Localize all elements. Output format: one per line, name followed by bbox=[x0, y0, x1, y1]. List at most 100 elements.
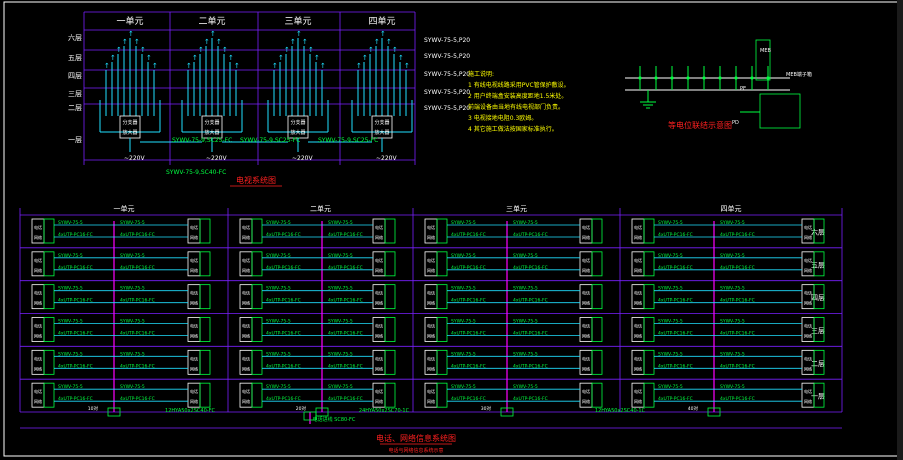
phone-jack-label: 电话 bbox=[190, 355, 198, 361]
phone-jack-label: 网络 bbox=[634, 234, 642, 240]
phone-jack-label: 电话 bbox=[582, 323, 590, 329]
tv-outlet-marker: ↑ bbox=[380, 30, 386, 38]
phone-cable-label: SYWV-75-5 bbox=[513, 253, 538, 259]
tv-cable-label: SYWV-75-5,P20 bbox=[424, 53, 470, 60]
phone-trunk-label: 24HYA50x2SC70-1C bbox=[359, 408, 410, 414]
tv-mains-label: ~220V bbox=[292, 155, 313, 162]
tv-note-line: 2 用户终端盒安装高度距地1.5米处。 bbox=[468, 92, 567, 100]
phone-jack-label: 网络 bbox=[190, 398, 198, 404]
tv-outlet-marker: ↑ bbox=[356, 62, 362, 70]
tv-outlet-marker: ↑ bbox=[186, 62, 192, 70]
tv-amp-label: 放大器 bbox=[122, 129, 137, 136]
phone-cable-label: 4xUTP-PC16-FC bbox=[451, 363, 486, 369]
phone-cable-label: SYWV-75-5 bbox=[513, 220, 538, 226]
phone-jack-label: 网络 bbox=[34, 365, 42, 371]
tv-note-line: 4 其它施工做法按国家标准执行。 bbox=[468, 125, 558, 133]
phone-pair-label: 20对 bbox=[296, 405, 307, 412]
phone-cable-label: 4xUTP-PC16-FC bbox=[451, 331, 486, 337]
phone-jack-label: 电话 bbox=[375, 257, 383, 263]
ground-terminal bbox=[686, 76, 690, 80]
phone-jack-label: 网络 bbox=[375, 300, 383, 306]
phone-jack-label: 电话 bbox=[242, 257, 250, 263]
phone-cable-label: 4xUTP-PC16-FC bbox=[451, 232, 486, 238]
phone-cable-label: 4xUTP-PC16-FC bbox=[658, 265, 693, 271]
phone-cable-label: 4xUTP-PC16-FC bbox=[658, 331, 693, 337]
phone-jack-label: 网络 bbox=[582, 365, 590, 371]
phone-cable-label: SYWV-75-5 bbox=[328, 319, 353, 325]
tv-feeder-label: SYWV-75-9,SC25-FC bbox=[172, 137, 232, 144]
phone-cable-label: SYWV-75-5 bbox=[451, 286, 476, 292]
cad-drawing-canvas[interactable]: 一单元 二单元 三单元 四单元六层五层四层三层二层一层↑↑↑↑↑↑↑↑↑分支器放大器~… bbox=[0, 0, 903, 460]
phone-jack-label: 网络 bbox=[242, 234, 250, 240]
phone-cable-label: 4xUTP-PC16-FC bbox=[658, 396, 693, 402]
phone-jack-label: 网络 bbox=[34, 234, 42, 240]
phone-jack-label: 电话 bbox=[582, 257, 590, 263]
phone-cable-label: SYWV-75-5 bbox=[120, 351, 145, 357]
phone-cable-label: SYWV-75-5 bbox=[451, 253, 476, 259]
phone-cable-label: SYWV-75-5 bbox=[720, 286, 745, 292]
ground-terminal bbox=[654, 76, 658, 80]
phone-jack-label: 电话 bbox=[804, 355, 812, 361]
phone-jack-label: 网络 bbox=[804, 333, 812, 339]
phone-cable-label: SYWV-75-5 bbox=[58, 253, 83, 259]
phone-jack-label: 网络 bbox=[634, 267, 642, 273]
phone-cable-label: 4xUTP-PC16-FC bbox=[266, 265, 301, 271]
tv-outlet-marker: ↑ bbox=[204, 38, 210, 46]
tv-outlet-marker: ↑ bbox=[398, 54, 404, 62]
phone-jack-label: 网络 bbox=[634, 333, 642, 339]
tv-outlet-marker: ↑ bbox=[296, 30, 302, 38]
pe-label: PE bbox=[740, 86, 746, 92]
phone-jack-label: 电话 bbox=[34, 290, 42, 296]
phone-jack-label: 电话 bbox=[375, 388, 383, 394]
phone-jack-label: 电话 bbox=[34, 355, 42, 361]
tv-mains-label: ~220V bbox=[206, 155, 227, 162]
phone-cable-label: 4xUTP-PC16-FC bbox=[513, 265, 548, 271]
phone-jack-label: 电话 bbox=[242, 323, 250, 329]
meb-box-label: MEB端子箱 bbox=[786, 71, 812, 78]
phone-trunk-label: 12HYA50x2SC40-1C bbox=[595, 408, 646, 414]
phone-jack-label: 网络 bbox=[804, 267, 812, 273]
tv-outlet-marker: ↑ bbox=[122, 38, 128, 46]
tv-outlet-marker: ↑ bbox=[216, 38, 222, 46]
ground-terminal bbox=[718, 76, 722, 80]
phone-unit-title: 一单元 bbox=[114, 204, 135, 213]
phone-cable-label: 4xUTP-PC16-FC bbox=[720, 331, 755, 337]
phone-subtitle: 电话与网络信息系统示意 bbox=[388, 447, 443, 454]
phone-cable-label: SYWV-75-5 bbox=[120, 220, 145, 226]
tv-unit-title: 三单元 bbox=[284, 15, 311, 27]
phone-cable-label: SYWV-75-5 bbox=[328, 253, 353, 259]
tv-main-feeder-label: SYWV-75-9,SC40-FC bbox=[166, 169, 226, 176]
phone-floor-label: 三层 bbox=[811, 327, 825, 335]
phone-cable-label: 4xUTP-PC16-FC bbox=[658, 232, 693, 238]
tv-outlet-marker: ↑ bbox=[284, 46, 290, 54]
phone-jack-label: 电话 bbox=[242, 355, 250, 361]
phone-jack-label: 电话 bbox=[582, 355, 590, 361]
ground-terminal bbox=[734, 76, 738, 80]
phone-cable-label: SYWV-75-5 bbox=[451, 384, 476, 390]
tv-outlet-marker: ↑ bbox=[146, 54, 152, 62]
tv-mains-label: ~220V bbox=[376, 155, 397, 162]
phone-cable-label: SYWV-75-5 bbox=[720, 253, 745, 259]
phone-jack-label: 电话 bbox=[582, 290, 590, 296]
phone-cable-label: 4xUTP-PC16-FC bbox=[658, 298, 693, 304]
phone-trunk-label: 12HYA50x2SC40-FC bbox=[165, 408, 215, 414]
tv-outlet-marker: ↑ bbox=[320, 62, 326, 70]
phone-jack-label: 网络 bbox=[34, 398, 42, 404]
tv-outlet-marker: ↑ bbox=[272, 62, 278, 70]
phone-cable-label: 4xUTP-PC16-FC bbox=[58, 232, 93, 238]
tv-unit-title: 一单元 bbox=[116, 15, 143, 27]
phone-jack-label: 网络 bbox=[34, 300, 42, 306]
phone-cable-label: SYWV-75-5 bbox=[513, 351, 538, 357]
phone-jack-label: 电话 bbox=[190, 323, 198, 329]
phone-pair-label: 30对 bbox=[481, 405, 492, 412]
phone-jack-label: 网络 bbox=[582, 234, 590, 240]
tv-outlet-marker: ↑ bbox=[234, 62, 240, 70]
phone-cable-label: 4xUTP-PC16-FC bbox=[58, 265, 93, 271]
tv-cable-label: SYWV-75-5,P20 bbox=[424, 71, 470, 78]
phone-jack-label: 网络 bbox=[190, 333, 198, 339]
phone-cable-label: SYWV-75-5 bbox=[658, 319, 683, 325]
phone-jack-label: 电话 bbox=[427, 388, 435, 394]
vertical-scrollbar[interactable] bbox=[897, 0, 903, 460]
phone-jack-label: 电话 bbox=[427, 290, 435, 296]
phone-cable-label: 4xUTP-PC16-FC bbox=[328, 331, 363, 337]
